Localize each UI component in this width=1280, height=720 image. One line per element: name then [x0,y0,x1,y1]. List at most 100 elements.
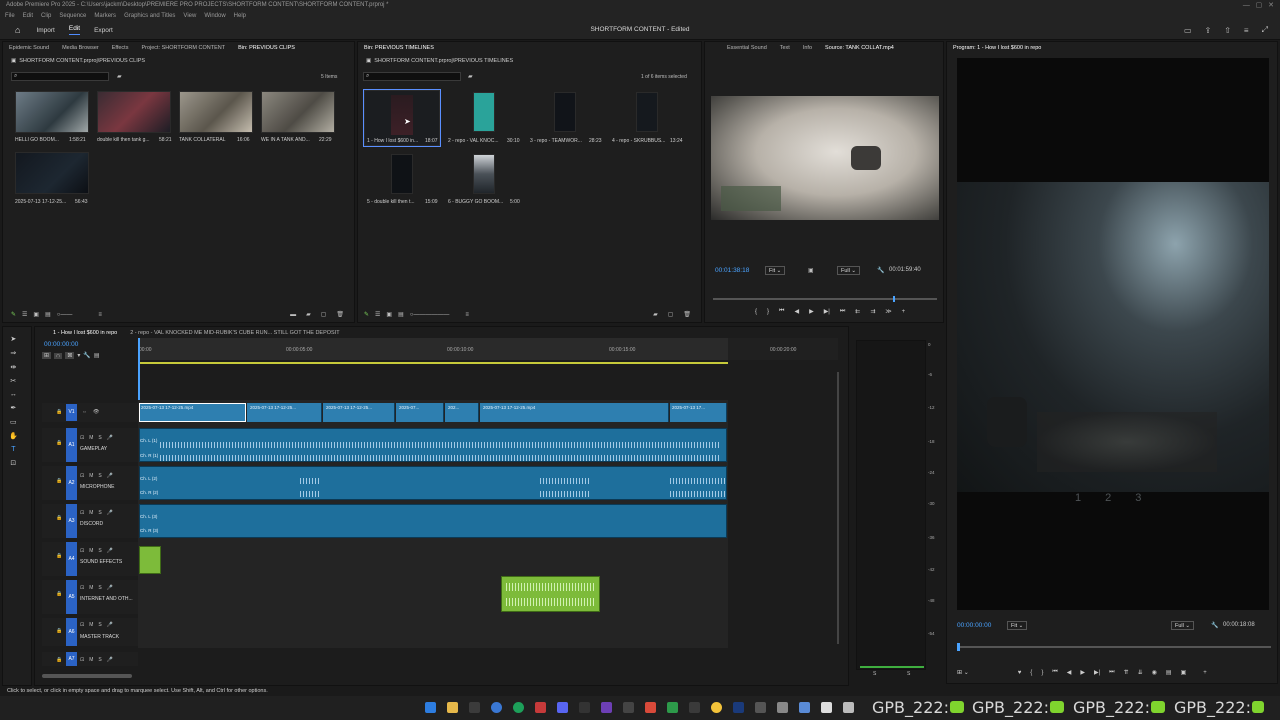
lock-icon[interactable]: 🔒 [56,628,62,634]
taskbar-app-icon[interactable] [711,702,722,713]
taskbar-app-icon[interactable] [645,702,656,713]
window-controls[interactable]: — ▢ ✕ [1243,1,1274,9]
tab-export[interactable]: Export [94,27,113,34]
ripple-edit-icon[interactable]: ⇹ [10,363,16,371]
audio-clip-a3[interactable] [139,504,727,538]
source-settings-icon[interactable]: ▣ [808,267,814,274]
step-back-icon[interactable]: ◀ [794,308,799,315]
snap-icon[interactable]: ∩ [54,352,63,359]
pencil-icon[interactable]: ✎ [364,311,369,318]
discord-icon[interactable] [557,702,568,713]
mark-in-icon[interactable]: { [755,309,757,315]
clip-thumb-3[interactable] [179,91,253,133]
menu-markers[interactable]: Markers [94,13,116,19]
caption-tool-icon[interactable]: ⊡ [10,459,16,467]
taskbar-app-icon[interactable] [799,702,810,713]
audio-clip-a2[interactable] [139,466,727,500]
track-badge-a6[interactable]: A6 [66,618,77,646]
go-to-in-icon[interactable]: ⏮ [1052,669,1057,676]
add-button-icon[interactable]: + [902,309,906,315]
trash-icon[interactable]: 🗑 [336,311,344,318]
tab-import[interactable]: Import [36,27,54,34]
razor-tool-icon[interactable]: ✂ [10,377,16,385]
folder-icon[interactable]: ▰ [653,311,658,318]
taskbar-app-icon[interactable] [689,702,700,713]
source-fit-dropdown[interactable]: Fit ⌄ [765,266,786,275]
lock-icon[interactable]: 🔒 [56,409,62,415]
new-bin-icon[interactable]: ▰ [117,73,122,80]
track-badge-a7[interactable]: A7 [66,652,77,666]
browser-icon[interactable] [491,702,502,713]
linked-select-icon[interactable]: ⊠ [65,352,75,359]
timeline-ruler[interactable] [138,338,728,360]
menu-view[interactable]: View [183,13,196,19]
file-explorer-icon[interactable] [447,702,458,713]
icon-view-icon[interactable]: ▣ [33,311,39,318]
source-quality-dropdown[interactable]: Full ⌄ [837,266,861,275]
quick-export-icon[interactable]: ⇪ [1205,26,1212,35]
menu-graphics[interactable]: Graphics and Titles [124,13,175,19]
sound-effect-clip[interactable] [139,546,161,574]
folder-icon[interactable]: ▰ [306,311,311,318]
menu-sequence[interactable]: Sequence [59,13,86,19]
program-timecode[interactable]: 00:00:00:00 [957,622,991,629]
frame-icon[interactable]: ⊞ ⌄ [957,669,969,676]
tab-effects[interactable]: Effects [112,45,129,51]
hand-tool-icon[interactable]: ✋ [9,432,18,440]
menu-edit[interactable]: Edit [23,13,33,19]
taskbar-app-icon[interactable] [843,702,854,713]
track-badge-v1[interactable]: V1 [66,404,77,421]
new-item-icon[interactable]: ▢ [321,311,327,318]
tab-edit[interactable]: Edit [68,25,81,35]
tab-essential-sound[interactable]: Essential Sound [727,45,767,51]
add-marker-icon[interactable]: ▾ [77,352,80,359]
premiere-pro-icon[interactable] [733,702,744,713]
program-fit-dropdown[interactable]: Fit ⌄ [1007,621,1028,630]
mark-out-icon[interactable]: } [1041,670,1043,676]
marker-icon[interactable]: ♥ [1018,670,1022,676]
go-to-out-icon[interactable]: ⏭ [840,308,845,315]
taskbar-app-icon[interactable] [755,702,766,713]
settings-wrench-icon[interactable]: 🔧 [83,352,90,359]
program-video-frame[interactable]: 1 2 3 [957,58,1269,610]
menu-help[interactable]: Help [234,13,246,19]
step-forward-icon[interactable]: ▶| [824,308,830,315]
mark-in-icon[interactable]: { [1030,670,1032,676]
taskbar-app-icon[interactable] [821,702,832,713]
step-back-icon[interactable]: ◀ [1067,669,1072,676]
clip-thumb-4[interactable] [261,91,335,133]
zoom-slider[interactable]: ○—— [57,312,73,318]
menu-clip[interactable]: Clip [41,13,51,19]
vr-icon[interactable]: ▣ [1181,669,1187,676]
lift-icon[interactable]: ⇈ [1124,669,1129,676]
lock-icon[interactable]: 🔒 [56,553,62,559]
wrench-icon[interactable]: 🔧 [1211,622,1218,629]
add-button-icon[interactable]: + [1203,670,1207,676]
sync-lock-icon[interactable]: ⇔ [82,409,87,415]
tab-bin-previous-clips[interactable]: Bin: PREVIOUS CLIPS [238,45,295,51]
freeform-view-icon[interactable]: ▤ [398,311,404,318]
source-timecode[interactable]: 00:01:38:18 [715,267,749,274]
track-badge-a1[interactable]: A1 [66,428,77,462]
track-badge-a5[interactable]: A5 [66,580,77,614]
slip-tool-icon[interactable]: ↔ [10,391,17,398]
play-icon[interactable]: ▶ [1080,669,1085,676]
menu-icon[interactable]: ≡ [1244,26,1249,35]
new-bin-icon[interactable]: ▰ [468,73,473,80]
program-quality-dropdown[interactable]: Full ⌄ [1171,621,1195,630]
taskbar-app-icon[interactable] [535,702,546,713]
taskbar-app-icon[interactable] [601,702,612,713]
source-video-frame[interactable] [711,96,939,220]
rectangle-tool-icon[interactable]: ▭ [10,418,17,426]
mark-out-icon[interactable]: } [767,309,769,315]
timelines-search-input[interactable]: ⌕ [363,72,461,81]
sort-icon[interactable]: ≡ [98,312,102,318]
search-input[interactable]: ⌕ [11,72,109,81]
workspace-icon[interactable]: ▭ [1184,26,1192,35]
track-controls-a3[interactable]: ⊡MS🎤 [80,510,118,516]
trash-icon[interactable]: 🗑 [683,311,691,318]
icon-view-icon[interactable]: ▣ [386,311,392,318]
pen-tool-icon[interactable]: ✒ [10,404,16,412]
wrench-icon[interactable]: 🔧 [877,267,884,274]
track-controls-a2[interactable]: ⊡MS🎤 [80,473,118,479]
